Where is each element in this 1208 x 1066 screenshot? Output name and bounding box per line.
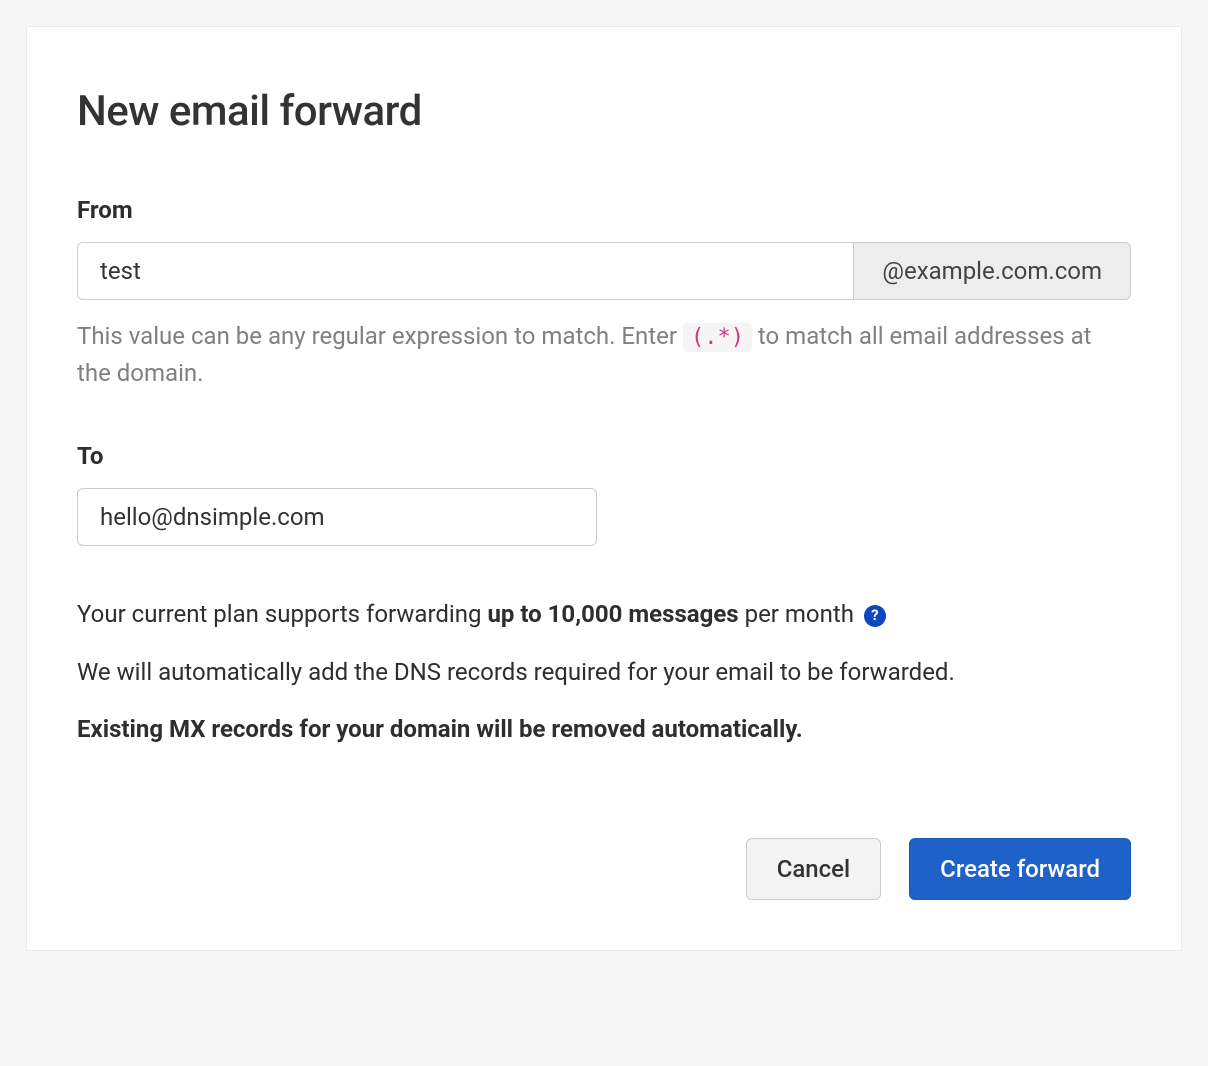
from-input-group: @example.com.com: [77, 242, 1131, 300]
to-label: To: [77, 442, 1131, 470]
help-icon[interactable]: ?: [864, 605, 886, 627]
from-group: From @example.com.com This value can be …: [77, 196, 1131, 392]
from-label: From: [77, 196, 1131, 224]
cancel-button[interactable]: Cancel: [746, 838, 881, 900]
button-row: Cancel Create forward: [77, 838, 1131, 900]
page-title: New email forward: [77, 87, 1131, 136]
to-group: To: [77, 442, 1131, 546]
from-help-prefix: This value can be any regular expression…: [77, 322, 683, 350]
from-input[interactable]: [77, 242, 854, 300]
plan-suffix: per month: [739, 600, 860, 628]
plan-limit: up to 10,000 messages: [487, 600, 738, 628]
to-input[interactable]: [77, 488, 597, 546]
create-forward-button[interactable]: Create forward: [909, 838, 1131, 900]
mx-warning-text: Existing MX records for your domain will…: [77, 715, 803, 743]
from-help-text: This value can be any regular expression…: [77, 318, 1131, 392]
plan-prefix: Your current plan supports forwarding: [77, 600, 487, 628]
from-domain-suffix: @example.com.com: [854, 242, 1131, 300]
info-block: Your current plan supports forwarding up…: [77, 596, 1131, 748]
email-forward-form: New email forward From @example.com.com …: [26, 26, 1182, 951]
mx-warning: Existing MX records for your domain will…: [77, 711, 1131, 748]
plan-info: Your current plan supports forwarding up…: [77, 596, 1131, 633]
regex-code: (.*): [683, 323, 752, 352]
dns-note: We will automatically add the DNS record…: [77, 654, 1131, 691]
